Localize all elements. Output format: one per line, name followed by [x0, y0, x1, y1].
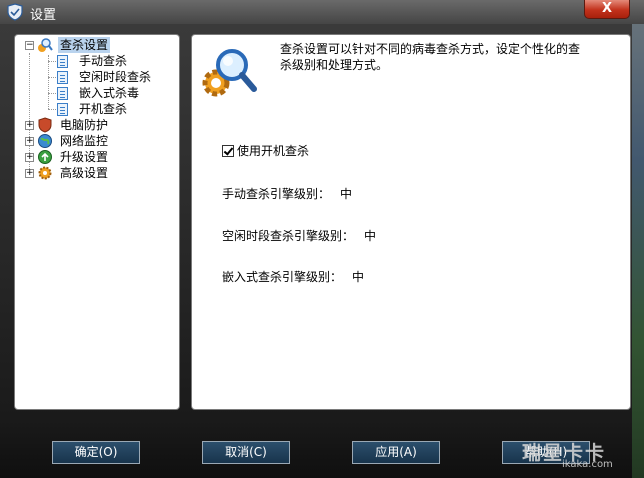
desktop-edge	[632, 24, 644, 478]
settings-window: 设置 X − 查杀设置 手动查杀 空闲时段查杀 嵌入式杀毒 开机查杀 + 电脑防…	[0, 0, 644, 478]
magnifier-gear-icon	[38, 38, 53, 52]
boot-scan-label: 使用开机查杀	[237, 144, 310, 158]
document-icon	[57, 71, 68, 84]
tree-node-label: 查杀设置	[58, 37, 111, 53]
tree-node-advanced-settings[interactable]: + 高级设置	[15, 165, 175, 181]
tree-node-update-settings[interactable]: + 升级设置	[15, 149, 175, 165]
idle-scan-level: 空闲时段查杀引擎级别： 中	[222, 228, 376, 244]
document-icon	[57, 87, 68, 100]
tree-node-boot-scan[interactable]: 开机查杀	[15, 101, 175, 117]
tree-node-scan-settings[interactable]: − 查杀设置	[15, 37, 175, 53]
tree-node-label: 网络监控	[60, 134, 109, 148]
tree-node-label: 空闲时段查杀	[79, 70, 152, 84]
collapse-toggle[interactable]: −	[25, 41, 34, 50]
window-title: 设置	[30, 8, 57, 23]
tree-node-idle-scan[interactable]: 空闲时段查杀	[15, 69, 175, 85]
expand-toggle[interactable]: +	[25, 153, 34, 162]
level-label: 空闲时段查杀引擎级别：	[222, 229, 355, 243]
boot-scan-row[interactable]: 使用开机查杀	[222, 143, 309, 159]
expand-toggle[interactable]: +	[25, 137, 34, 146]
expand-toggle[interactable]: +	[25, 169, 34, 178]
ok-button[interactable]: 确定(O)	[52, 441, 140, 464]
shield-icon	[38, 117, 52, 133]
watermark-url: ikaka.com	[562, 459, 613, 470]
title-bar[interactable]: 设置 X	[0, 0, 644, 24]
level-label: 嵌入式查杀引擎级别：	[222, 270, 343, 284]
tree-node-label: 高级设置	[60, 166, 109, 180]
cancel-button[interactable]: 取消(C)	[202, 441, 290, 464]
tree-node-embedded-scan[interactable]: 嵌入式杀毒	[15, 85, 175, 101]
level-value: 中	[352, 270, 365, 284]
embedded-scan-level: 嵌入式查杀引擎级别： 中	[222, 269, 364, 285]
magnifier-gear-icon	[202, 49, 257, 97]
section-description: 查杀设置可以针对不同的病毒查杀方式，设定个性化的查杀级别和处理方式。	[280, 42, 581, 72]
tree-node-label: 开机查杀	[79, 102, 128, 116]
shield-icon	[7, 3, 23, 21]
level-value: 中	[340, 187, 353, 201]
level-label: 手动查杀引擎级别：	[222, 187, 331, 201]
tree-node-label: 手动查杀	[79, 54, 128, 68]
boot-scan-checkbox[interactable]	[222, 145, 234, 157]
document-icon	[57, 103, 68, 116]
expand-toggle[interactable]: +	[25, 121, 34, 130]
tree-node-label: 升级设置	[60, 150, 109, 164]
globe-icon	[38, 134, 52, 148]
level-value: 中	[364, 229, 377, 243]
tree-node-network-monitor[interactable]: + 网络监控	[15, 133, 175, 149]
settings-tree: − 查杀设置 手动查杀 空闲时段查杀 嵌入式杀毒 开机查杀 + 电脑防护 + 网…	[14, 34, 180, 410]
tree-node-label: 嵌入式杀毒	[79, 86, 140, 100]
tree-node-manual-scan[interactable]: 手动查杀	[15, 53, 175, 69]
close-button[interactable]: X	[584, 0, 630, 19]
tree-node-label: 电脑防护	[60, 118, 109, 132]
apply-button[interactable]: 应用(A)	[352, 441, 440, 464]
update-icon	[38, 150, 52, 164]
tree-node-pc-protection[interactable]: + 电脑防护	[15, 117, 175, 133]
settings-content: 查杀设置可以针对不同的病毒查杀方式，设定个性化的查杀级别和处理方式。 使用开机查…	[191, 34, 631, 410]
document-icon	[57, 55, 68, 68]
gear-icon	[38, 166, 52, 180]
manual-scan-level: 手动查杀引擎级别： 中	[222, 186, 352, 202]
